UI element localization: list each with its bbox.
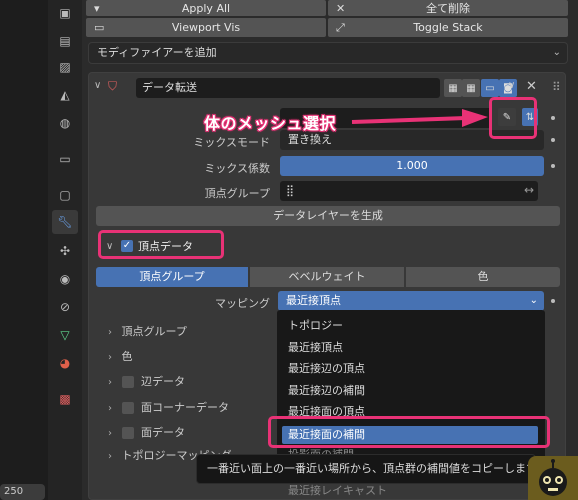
world-icon[interactable]: ◍ (56, 114, 74, 132)
render-icon[interactable]: ▤ (56, 32, 74, 50)
menu-item-nearest-vertex[interactable]: 最近接頂点 (288, 339, 343, 357)
cage-icon[interactable]: ▦ (462, 79, 480, 97)
face-interp-highlight (268, 416, 550, 448)
apply-all-label: Apply All (181, 1, 231, 15)
delete-all-button[interactable]: ✕ 全て削除 (328, 0, 568, 16)
chevron-down-icon: ⌄ (529, 295, 538, 306)
edge-data-checkbox[interactable] (121, 376, 134, 388)
dropdown-chevron-icon[interactable]: ∨ (508, 80, 515, 91)
chevron-right-icon: › (108, 377, 112, 388)
menu-item-nearest-edge-interp[interactable]: 最近接辺の補間 (288, 382, 365, 400)
drag-handle-icon[interactable]: ⠿ (552, 80, 561, 94)
subpanel-label: 頂点グループ (121, 325, 187, 338)
mapping-dropdown[interactable]: 最近接頂点 ⌄ (278, 291, 544, 311)
collection-icon[interactable]: ▭ (56, 150, 74, 168)
chevron-right-icon: › (108, 451, 112, 462)
collapse-chevron-icon[interactable]: ∨ (94, 80, 101, 91)
vertex-group-icon: ⣿ (286, 184, 295, 197)
vertex-group-field[interactable]: ⣿ (280, 181, 538, 201)
tooltip: 一番近い面上の一番近い場所から、頂点群の補間値をコピーします (196, 454, 536, 484)
tab-bevel-weight[interactable]: ベベルウェイト (250, 267, 404, 287)
face-data-checkbox[interactable] (121, 427, 134, 439)
apply-icon: ▾ (94, 1, 100, 15)
expand-icon: ⤢ (336, 20, 345, 34)
monitor-icon: ▭ (94, 21, 105, 34)
chevron-right-icon: › (108, 403, 112, 414)
particles-icon[interactable]: ✣ (56, 242, 74, 260)
edit-mode-icon[interactable]: ▦ (444, 79, 462, 97)
vertex-group-label: 頂点グループ (204, 187, 270, 200)
menu-item-nearest-edge-vertex[interactable]: 最近接辺の頂点 (288, 360, 365, 378)
delete-all-label: 全て削除 (426, 2, 470, 15)
properties-tab-bar: ▣ ▤ ▨ ◭ ◍ ▭ ▢ 🔧︎ ✣ ◉ ⊘ ▽ ◕ ▩ (48, 0, 82, 500)
physics-icon[interactable]: ◉ (56, 270, 74, 288)
subpanel-label: 辺データ (141, 375, 185, 388)
keyframe-dot[interactable] (551, 164, 555, 168)
apply-all-button[interactable]: ▾ Apply All (86, 0, 326, 16)
robot-icon (539, 459, 567, 496)
tool-icon[interactable]: ▣ (56, 4, 74, 22)
frame-number-field[interactable]: 250 (0, 484, 45, 500)
close-icon[interactable]: ✕ (526, 79, 537, 94)
subpanel-vertex-group[interactable]: › 頂点グループ (108, 322, 187, 342)
mix-factor-label: ミックス係数 (204, 162, 270, 175)
add-modifier-dropdown[interactable]: モディファイアーを追加 ⌄ (88, 42, 568, 64)
mix-factor-slider[interactable]: 1.000 (280, 156, 544, 176)
subpanel-face-corner-data[interactable]: › 面コーナーデータ (108, 398, 229, 418)
left-toolbar-strip (0, 0, 48, 500)
modifier-wrench-icon[interactable]: 🔧︎ (52, 210, 78, 234)
subpanel-face-data[interactable]: › 面データ (108, 423, 185, 443)
tab-color[interactable]: 色 (406, 267, 560, 287)
callout-arrow (351, 109, 488, 127)
invert-arrows-icon[interactable]: ↔ (524, 183, 534, 197)
object-data-icon[interactable]: ▽ (56, 326, 74, 344)
subpanel-label: 面データ (141, 426, 185, 439)
vertex-data-highlight (98, 230, 224, 259)
delete-icon: ✕ (336, 1, 346, 15)
menu-item-topology[interactable]: トポロジー (288, 317, 343, 335)
callout-text: 体のメッシュ選択 (204, 114, 337, 133)
mix-mode-value: 置き換え (288, 133, 332, 146)
mascot-logo (528, 456, 578, 500)
chevron-right-icon: › (108, 428, 112, 439)
object-icon[interactable]: ▢ (56, 186, 74, 204)
subpanel-edge-data[interactable]: › 辺データ (108, 372, 185, 392)
mapping-label: マッピング (215, 297, 270, 310)
viewport-monitor-icon[interactable]: ▭ (481, 79, 499, 97)
data-transfer-icon: ⛉ (108, 79, 118, 93)
menu-item-nearest-raycast[interactable]: 最近接レイキャスト (288, 482, 387, 500)
chevron-right-icon: › (108, 352, 112, 363)
modifier-name-field[interactable]: データ転送 (136, 78, 440, 98)
eyedropper-highlight (489, 97, 537, 139)
mapping-value: 最近接頂点 (286, 294, 341, 307)
chevron-right-icon: › (108, 327, 112, 338)
keyframe-dot[interactable] (551, 299, 555, 303)
material-icon[interactable]: ◕ (56, 354, 74, 372)
toggle-stack-button[interactable]: ⤢ Toggle Stack (328, 18, 568, 37)
viewport-vis-label: Viewport Vis (171, 21, 241, 34)
viewport-vis-button[interactable]: ▭ Viewport Vis (86, 18, 326, 37)
chevron-down-icon: ⌄ (552, 47, 561, 58)
tab-vertex-group[interactable]: 頂点グループ (96, 267, 248, 287)
output-icon[interactable]: ▨ (56, 58, 74, 76)
mix-mode-label: ミックスモード (193, 136, 270, 149)
subpanel-color[interactable]: › 色 (108, 347, 133, 367)
generate-data-layers-button[interactable]: データレイヤーを生成 (96, 206, 560, 226)
texture-icon[interactable]: ▩ (56, 390, 74, 408)
keyframe-dot[interactable] (551, 138, 555, 142)
keyframe-dot[interactable] (551, 116, 555, 120)
view-layer-icon[interactable]: ◭ (56, 86, 74, 104)
subpanel-label: 色 (121, 350, 133, 363)
subpanel-label: 面コーナーデータ (141, 401, 229, 414)
constraints-icon[interactable]: ⊘ (56, 298, 74, 316)
toggle-stack-label: Toggle Stack (413, 21, 483, 34)
face-corner-data-checkbox[interactable] (121, 402, 134, 414)
add-modifier-label: モディファイアーを追加 (97, 46, 217, 59)
